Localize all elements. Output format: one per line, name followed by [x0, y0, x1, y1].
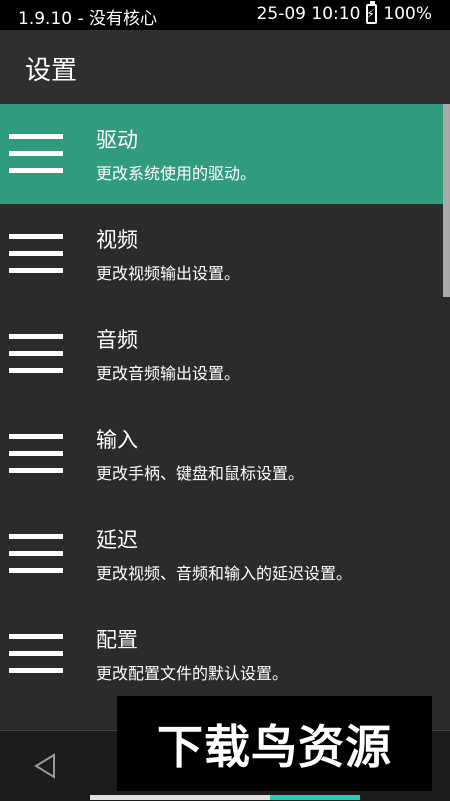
watermark-text: 下载鸟资源 [157, 719, 392, 774]
back-triangle-icon[interactable] [30, 751, 60, 781]
settings-item-subtitle: 更改系统使用的驱动。 [96, 164, 257, 183]
watermark-logo: 下载鸟资源 [117, 696, 432, 791]
settings-item-title: 配置 [96, 628, 138, 652]
settings-item-audio[interactable]: 音频 更改音频输出设置。 [0, 304, 444, 404]
settings-list: 驱动 更改系统使用的驱动。 视频 更改视频输出设置。 音频 更改音频输出设置。 … [0, 104, 444, 730]
list-scrollbar[interactable] [443, 104, 450, 297]
status-datetime: 25-09 10:10 [256, 4, 361, 24]
settings-item-title: 音频 [96, 328, 138, 352]
menu-icon [9, 434, 63, 474]
menu-icon [9, 234, 63, 274]
settings-item-driver[interactable]: 驱动 更改系统使用的驱动。 [0, 104, 444, 204]
status-bar: 1.9.10 - 没有核心 25-09 10:10 100% [0, 0, 450, 30]
settings-item-title: 视频 [96, 228, 138, 252]
settings-item-subtitle: 更改配置文件的默认设置。 [96, 664, 289, 683]
status-right-group: 25-09 10:10 100% [256, 1, 432, 24]
menu-icon [9, 534, 63, 574]
settings-item-input[interactable]: 输入 更改手柄、键盘和鼠标设置。 [0, 404, 444, 504]
battery-percent: 100% [383, 4, 432, 24]
settings-item-subtitle: 更改手柄、键盘和鼠标设置。 [96, 464, 305, 483]
settings-item-subtitle: 更改视频、音频和输入的延迟设置。 [96, 564, 353, 583]
settings-item-latency[interactable]: 延迟 更改视频、音频和输入的延迟设置。 [0, 504, 444, 604]
menu-icon [9, 334, 63, 374]
menu-icon [9, 634, 63, 674]
settings-item-title: 输入 [96, 428, 138, 452]
bottom-progress-fill [270, 795, 360, 800]
settings-item-title: 驱动 [96, 128, 138, 152]
settings-item-video[interactable]: 视频 更改视频输出设置。 [0, 204, 444, 304]
page-title: 设置 [25, 56, 78, 86]
settings-item-title: 延迟 [96, 528, 138, 552]
settings-item-subtitle: 更改音频输出设置。 [96, 364, 241, 383]
menu-icon [9, 134, 63, 174]
battery-charging-icon [366, 1, 378, 24]
status-app-version: 1.9.10 - 没有核心 [18, 9, 158, 29]
settings-item-config[interactable]: 配置 更改配置文件的默认设置。 [0, 604, 444, 704]
settings-item-subtitle: 更改视频输出设置。 [96, 264, 241, 283]
app-bar: 设置 [0, 30, 450, 104]
